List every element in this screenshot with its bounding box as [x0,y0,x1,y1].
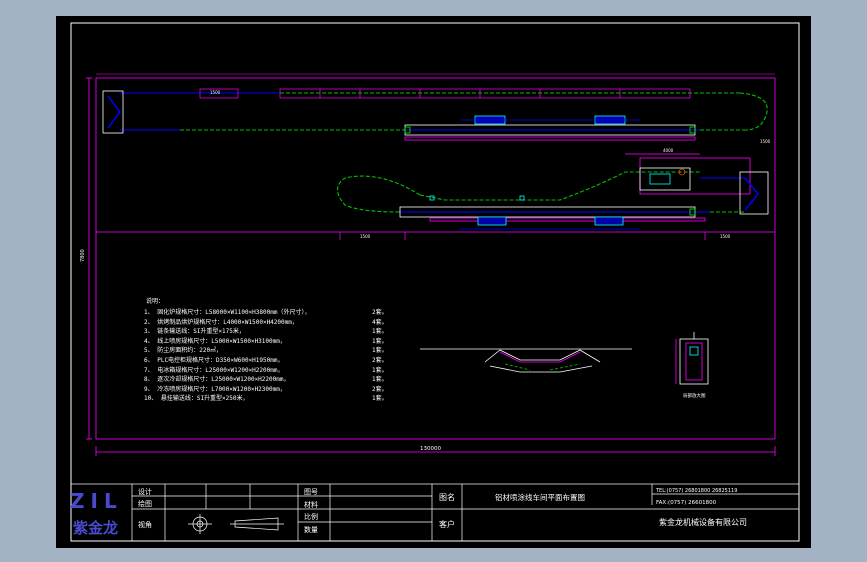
box-top-dim: 4000 [663,148,674,153]
note-quantity: 1套。 [372,337,388,345]
note-text: 10、 悬挂输送线：SI升重型×250米， [144,395,249,403]
lower-dim-a: 1500 [360,234,371,239]
svg-text:紫金龙: 紫金龙 [73,519,118,537]
note-text: 5、 防尘房面积约：220㎡， [144,347,223,355]
svg-text:紫金龙机械设备有限公司: 紫金龙机械设备有限公司 [659,517,747,527]
svg-text:TEL:(0757) 26801800 26825119: TEL:(0757) 26801800 26825119 [655,488,737,494]
note-quantity: 1套。 [372,376,388,384]
note-quantity: 1套。 [372,366,388,374]
upper-dim: 1500 [210,90,221,95]
total-length-dim: 130000 [420,446,441,452]
drawing-paper [56,16,811,548]
note-quantity: 4套。 [372,318,388,326]
note-text: 2、 烘烤制品烘炉规格尺寸：L4000×W1500×H4200mm， [144,318,298,326]
note-text: 9、 冷冻喷房规格尺寸：L7000×W1200×H2300mm， [144,385,286,393]
svg-text:图名: 图名 [439,492,455,502]
svg-text:视角: 视角 [138,520,152,529]
note-text: 7、 电冰箱规格尺寸：L25000×W1200×H2200mm， [144,366,284,374]
note-text: 4、 线上喷房规格尺寸：L5000×W1500×H3100mm， [144,337,286,345]
note-text: 6、 PLC电控柜规格尺寸：D350×W600×H1950mm， [144,356,284,364]
svg-text:设计: 设计 [138,487,152,496]
svg-text:材料: 材料 [304,500,318,509]
note-quantity: 1套。 [372,395,388,403]
note-quantity: 2套。 [372,356,388,364]
svg-text:比例: 比例 [304,512,318,521]
vertical-dim: 7800 [80,249,86,262]
svg-text:铝材喷涂线车间平面布置图: 铝材喷涂线车间平面布置图 [495,492,585,502]
cad-drawing-sheet: 130000 7800 4000 1500 1500 1500 1500 局部放… [56,16,811,548]
svg-text:图号: 图号 [304,488,318,496]
right-small-dim: 1500 [760,139,771,144]
note-text: 8、 逐次冷却规格尺寸：L25000×W1200×H2200mm， [144,376,290,384]
svg-text:数量: 数量 [304,525,318,534]
note-quantity: 1套。 [372,328,388,336]
note-text: 1、 固化炉规格尺寸：L58000×W1100×H3800mm（外尺寸）， [144,309,311,316]
note-quantity: 2套。 [372,309,388,316]
notes-title: 说明： [146,298,165,305]
note-quantity: 1套。 [372,347,388,355]
svg-text:FAX:(0757) 26601800: FAX:(0757) 26601800 [656,500,717,506]
svg-text:ZIL: ZIL [70,489,123,513]
note-text: 3、 链条输送线：SI升重型×175米， [144,328,245,336]
detail-label: 局部放大图 [683,392,706,399]
svg-text:绘图: 绘图 [138,499,152,508]
note-quantity: 2套。 [372,385,388,393]
svg-text:客户: 客户 [439,519,455,529]
lower-dim-b: 1500 [720,234,731,239]
